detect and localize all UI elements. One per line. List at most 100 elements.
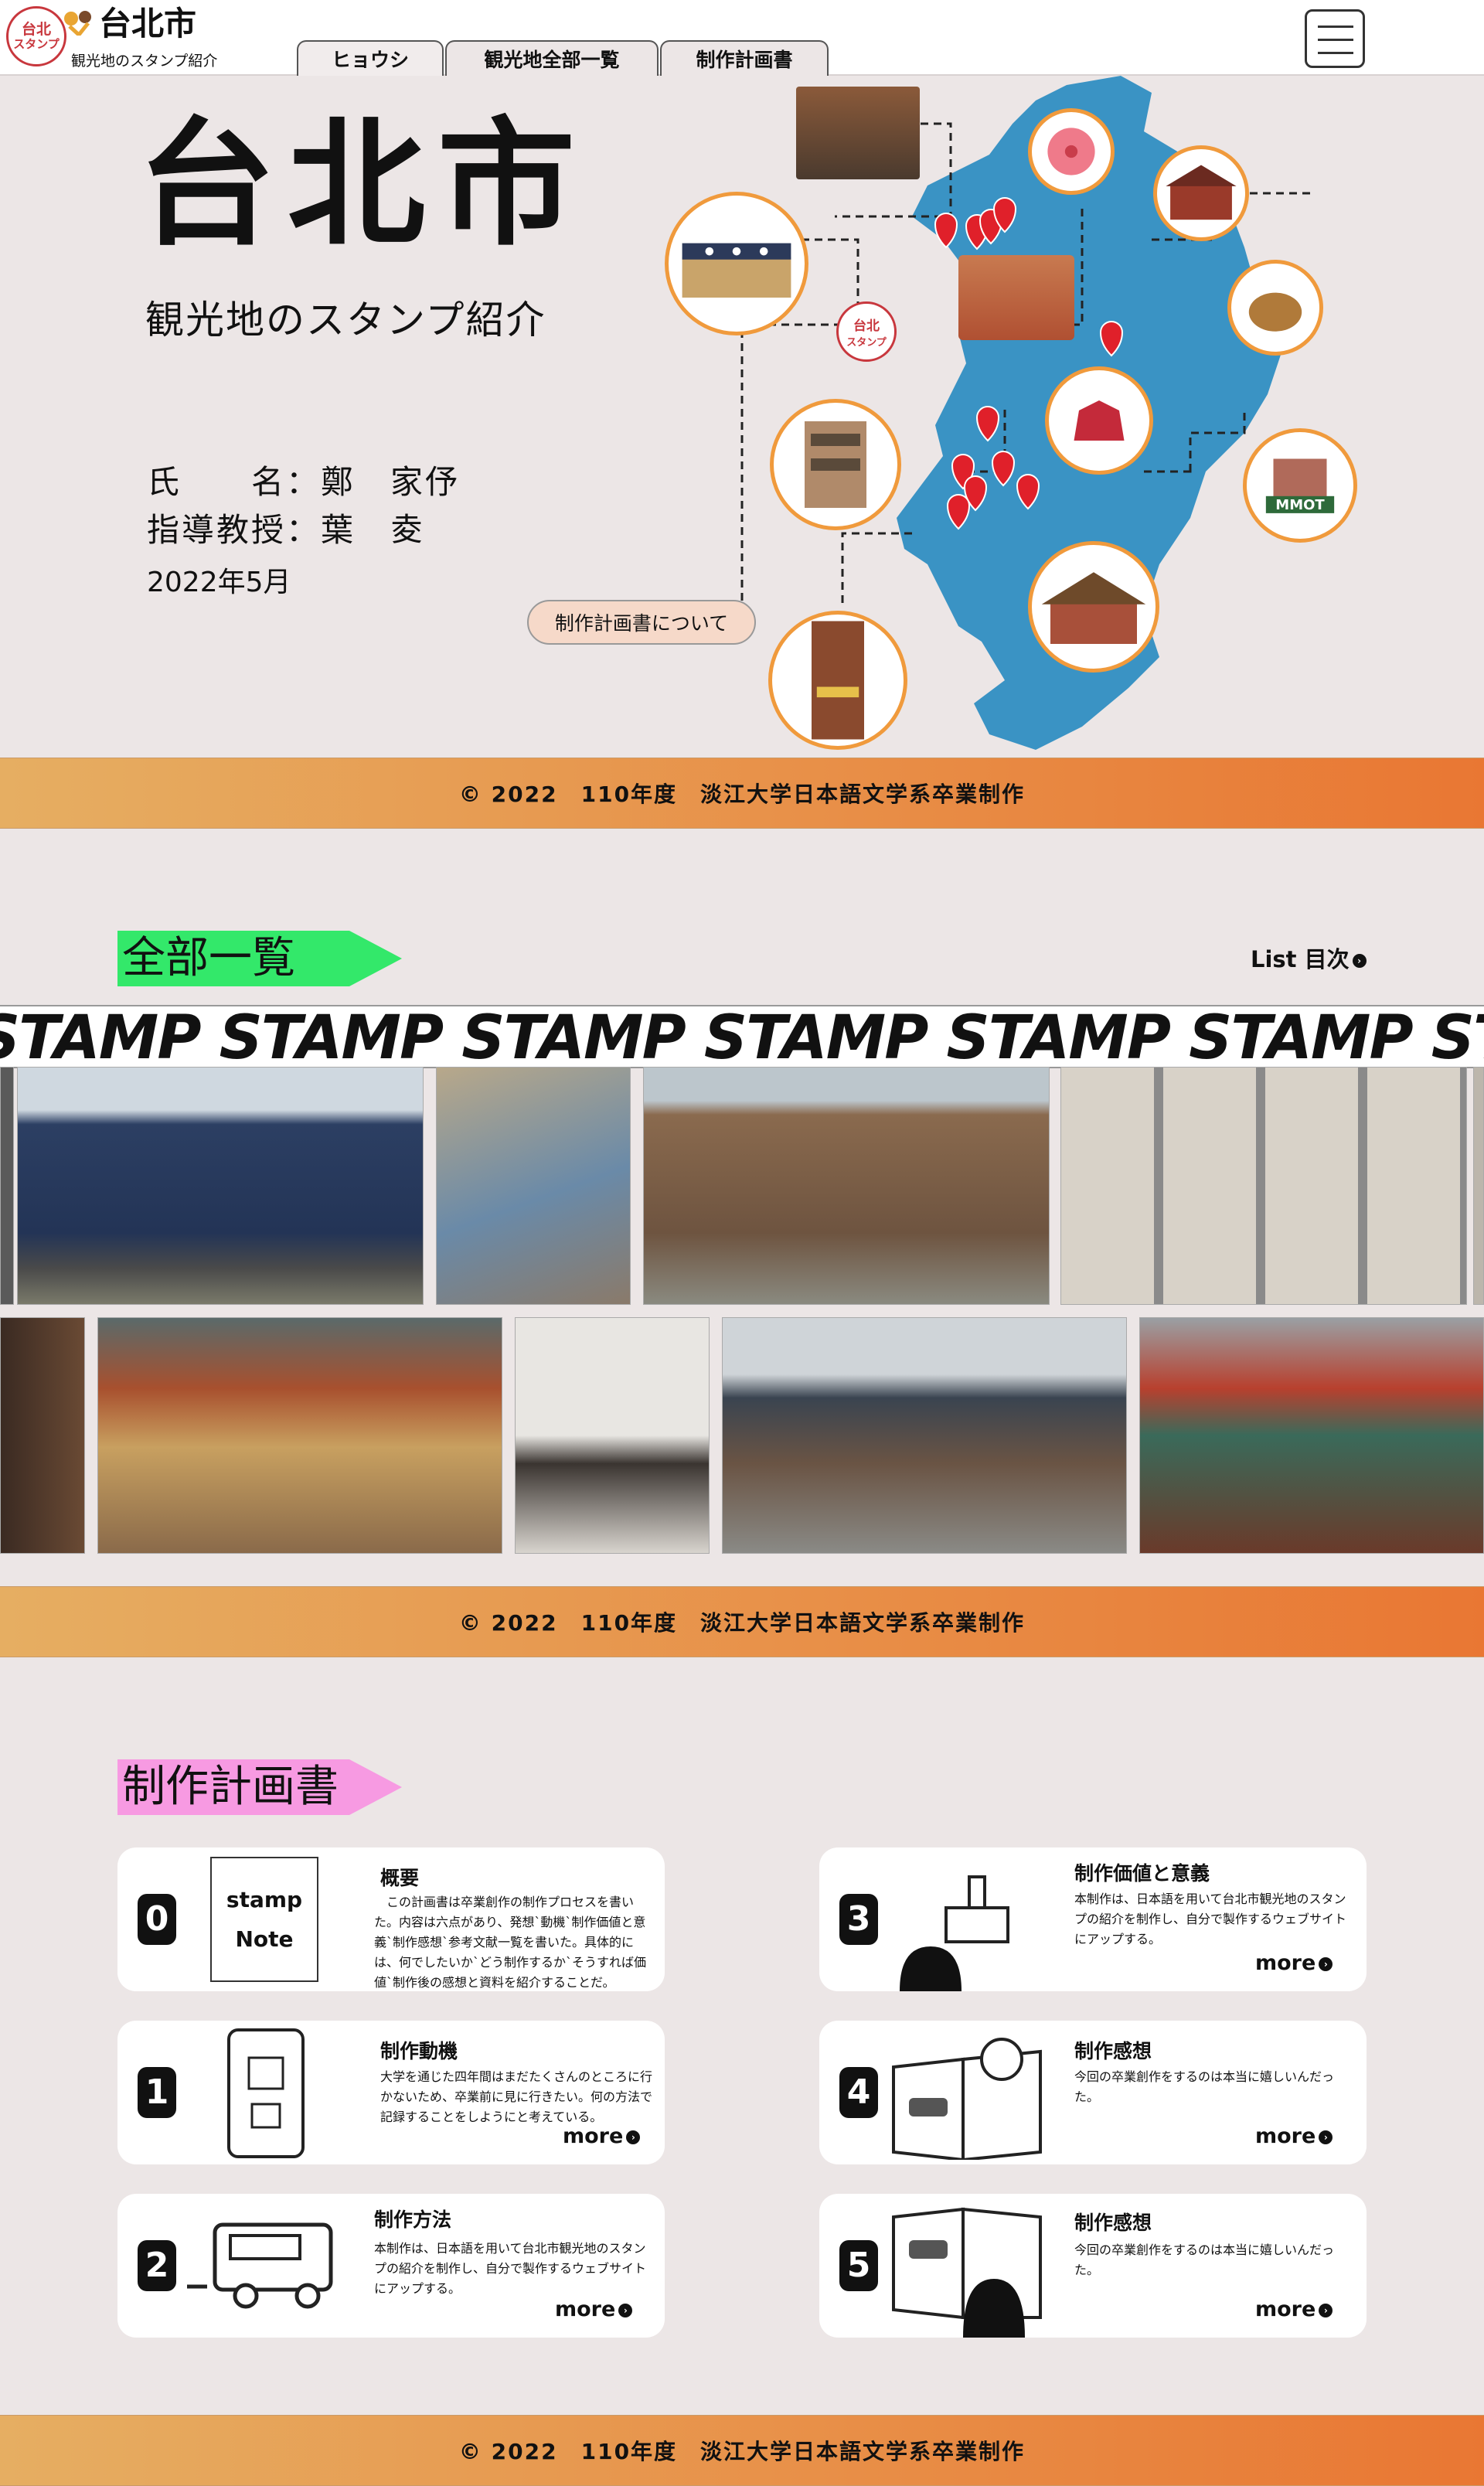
card-title: 制作方法 — [374, 2208, 452, 2231]
plan-card-impression[interactable]: 44 制作感想 今回の卒業創作をするのは本当に嬉しいんだった。 more› — [819, 2021, 1367, 2164]
temple-thumbnail — [1028, 541, 1159, 673]
plan-card-motivation[interactable]: 11 制作動機 大学を通じた四年間はまだたくさんのところに行かないため、卒業前に… — [117, 2021, 665, 2164]
plan-card-impression-2[interactable]: 55 制作感想 今回の卒業創作をするのは本当に嬉しいんだった。 more› — [819, 2194, 1367, 2338]
photo-library[interactable] — [643, 1067, 1050, 1305]
plan-title-text: 制作計画書 — [122, 1762, 339, 1812]
photo-train[interactable] — [17, 1067, 424, 1305]
arrow-circle-icon: › — [1319, 2130, 1333, 2144]
brand-subtitle: 観光地のスタンプ紹介 — [71, 53, 218, 70]
menu-button[interactable] — [1305, 9, 1365, 68]
photo-partial-right[interactable] — [1473, 1067, 1484, 1305]
number-glyph: 1 — [145, 2072, 169, 2112]
card-body: 本制作は、日本語を用いて台北市観光地のスタンプの紹介を制作し、自分で製作するウェ… — [374, 2241, 647, 2296]
number-1-icon: 11 — [138, 2067, 176, 2118]
arrow-circle-icon: › — [618, 2303, 633, 2317]
card-body: 今回の卒業創作をするのは本当に嬉しいんだった。 — [1074, 2069, 1335, 2104]
logo-top-text: 台北 — [21, 21, 51, 39]
number-5-icon: 55 — [839, 2240, 878, 2291]
plan-card-value[interactable]: 33 制作価値と意義 本制作は、日本語を用いて台北市観光地のスタンプの紹介を制作… — [819, 1847, 1367, 1991]
number-2-icon: 22 — [138, 2240, 176, 2291]
open-book-stamp-icon — [892, 2038, 1042, 2160]
stamp-note-icon: stamp Note — [210, 1857, 318, 1982]
number-4-icon: 44 — [839, 2067, 878, 2118]
footer-3: © 2022 110年度 淡江大学日本語文学系卒業制作 — [0, 2415, 1484, 2486]
card-title: 制作感想 — [1074, 2040, 1152, 2062]
logo-swirl-icon — [64, 11, 91, 36]
red-logo-thumbnail — [1045, 366, 1153, 475]
logo-bottom-text: スタンプ — [13, 37, 60, 52]
more-link[interactable]: more › — [563, 2124, 641, 2148]
hero-date: 2022年5月 — [147, 567, 291, 598]
card-body: 大学を通じた四年間はまだたくさんのところに行かないため、卒業前に見に行きたい。何… — [380, 2069, 653, 2124]
plan-card-method[interactable]: 22 制作方法 本制作は、日本語を用いて台北市観光地のスタンプの紹介を制作し、自… — [117, 2194, 665, 2338]
book-character-icon — [892, 2207, 1042, 2338]
photo-tiles[interactable] — [1060, 1067, 1467, 1305]
red-brick-house-thumbnail — [1153, 145, 1249, 241]
list-index-link[interactable]: List 目次 › — [1251, 942, 1367, 974]
card-body: 今回の卒業創作をするのは本当に嬉しいんだった。 — [1074, 2243, 1335, 2277]
photo-partial[interactable] — [0, 1067, 14, 1305]
smartphone-map-icon — [227, 2028, 305, 2158]
ornate-building-thumbnail — [768, 611, 907, 750]
arrow-circle-icon: › — [1352, 954, 1367, 968]
map-logo: 台北 スタンプ — [836, 301, 897, 362]
temple-gate-image — [958, 255, 1074, 340]
more-text: more — [1255, 2297, 1316, 2321]
marquee-text: STAMP STAMP STAMP STAMP STAMP STAMP STAM… — [0, 1005, 1484, 1068]
list-section-title: 全部一覧 — [117, 931, 402, 986]
author-name: 氏 名：鄭 家伃 — [147, 463, 461, 501]
hero-subtitle: 観光地のスタンプ紹介 — [145, 298, 546, 342]
card-body: この計画書は卒業創作の制作プロセスを書いた。内容は六点があり、発想`動機`制作価… — [374, 1895, 647, 1990]
more-text: more — [563, 2124, 624, 2148]
brand-title[interactable]: 台北市 — [99, 8, 196, 40]
plan-card-overview[interactable]: 00 stamp Note 概要 この計画書は卒業創作の制作プロセスを書いた。内… — [117, 1847, 665, 1991]
card-body: 本制作は、日本語を用いて台北市観光地のスタンプの紹介を制作し、自分で製作するウェ… — [1074, 1892, 1347, 1946]
library-building-image — [796, 87, 920, 179]
arrow-circle-icon: › — [1319, 1956, 1333, 1971]
photo-red-temple[interactable] — [1139, 1317, 1484, 1554]
more-link[interactable]: more › — [1255, 2297, 1333, 2321]
more-link[interactable]: more › — [555, 2297, 633, 2321]
taipei-map: 台北 スタンプ MMOT — [649, 70, 1376, 765]
more-text: more — [1255, 1951, 1316, 1975]
stamp-marquee: STAMP STAMP STAMP STAMP STAMP STAMP STAM… — [0, 1005, 1484, 1068]
hero-title: 台北市 — [138, 104, 587, 264]
more-text: more — [1255, 2124, 1316, 2148]
photo-partial-left[interactable] — [0, 1317, 85, 1554]
list-link-text: List 目次 — [1251, 946, 1350, 972]
shop-building-thumbnail — [770, 399, 901, 530]
photo-confucius-temple[interactable] — [722, 1317, 1127, 1554]
plan-section-title: 制作計画書 — [117, 1759, 402, 1815]
arrow-circle-icon: › — [626, 2130, 641, 2144]
map-shape — [740, 76, 1314, 750]
bus-icon — [187, 2222, 333, 2309]
number-glyph: 0 — [145, 1899, 169, 1939]
list-title-text: 全部一覧 — [122, 933, 295, 983]
map-logo-bottom: スタンプ — [846, 337, 887, 349]
photo-display[interactable] — [436, 1067, 631, 1305]
footer-1: © 2022 110年度 淡江大学日本語文学系卒業制作 — [0, 758, 1484, 829]
number-glyph: 2 — [145, 2246, 169, 2285]
advisor-name: 指導教授：葉 夌 — [147, 511, 426, 549]
map-logo-top: 台北 — [853, 318, 880, 334]
mmot-thumbnail: MMOT — [1243, 428, 1357, 543]
card-title: 制作価値と意義 — [1074, 1862, 1210, 1885]
more-text: more — [555, 2297, 616, 2321]
more-link[interactable]: more › — [1255, 2124, 1333, 2148]
tab-cover[interactable]: ヒョウシ — [297, 40, 444, 76]
museum-thumbnail — [665, 192, 808, 335]
tab-all-list[interactable]: 観光地全部一覧 — [445, 40, 659, 76]
card-title: 制作動機 — [380, 2040, 458, 2062]
mmot-label: MMOT — [1275, 497, 1325, 513]
number-3-icon: 33 — [839, 1894, 878, 1945]
site-logo[interactable]: 台北 スタンプ — [6, 6, 66, 66]
note-icon-top: stamp — [226, 1887, 303, 1912]
stamp-character-icon — [900, 1875, 1009, 1991]
card-title: 制作感想 — [1074, 2212, 1152, 2234]
number-glyph: 5 — [846, 2246, 871, 2285]
more-link[interactable]: more › — [1255, 1951, 1333, 1975]
photo-temple-interior[interactable] — [97, 1317, 502, 1554]
footer-2: © 2022 110年度 淡江大学日本語文学系卒業制作 — [0, 1586, 1484, 1657]
arrow-circle-icon: › — [1319, 2303, 1333, 2317]
photo-artifacts[interactable] — [515, 1317, 710, 1554]
